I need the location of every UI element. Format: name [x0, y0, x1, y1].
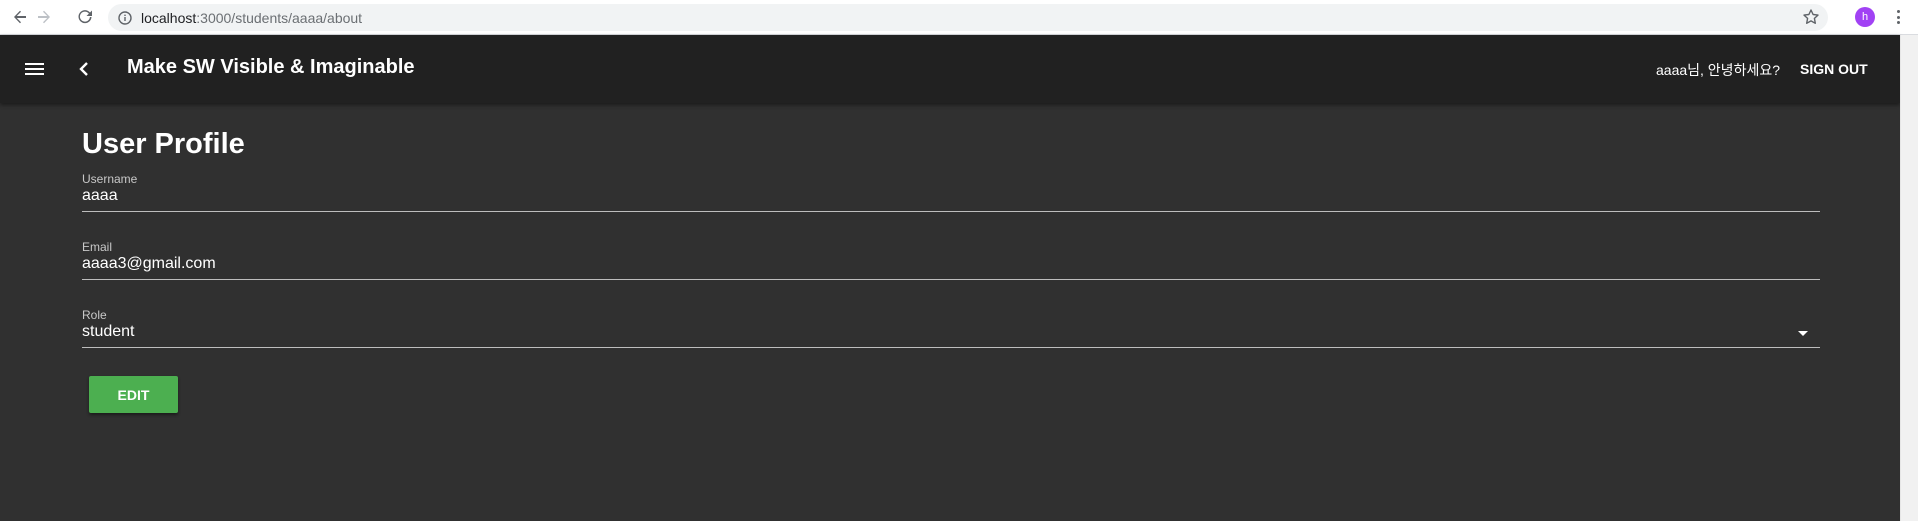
browser-toolbar: localhost:3000/students/aaaa/about h: [0, 0, 1918, 35]
browser-forward-button[interactable]: [32, 5, 56, 29]
username-value[interactable]: aaaa: [82, 187, 1782, 205]
page-title: User Profile: [82, 128, 245, 160]
dropdown-arrow-icon[interactable]: [1798, 331, 1808, 336]
email-label: Email: [82, 240, 113, 254]
url-text: localhost:3000/students/aaaa/about: [141, 10, 362, 26]
star-icon[interactable]: [1802, 8, 1820, 26]
username-label: Username: [82, 172, 138, 186]
app-title: Make SW Visible & Imaginable: [127, 56, 415, 78]
username-field[interactable]: Username aaaa: [82, 172, 1820, 212]
email-field[interactable]: Email aaaa3@gmail.com: [82, 240, 1820, 280]
sign-out-button[interactable]: SIGN OUT: [1790, 52, 1878, 86]
url-path: :3000/students/aaaa/about: [196, 10, 363, 26]
role-select[interactable]: Role student: [82, 308, 1820, 348]
user-greeting: aaaa님, 안녕하세요?: [1656, 62, 1780, 78]
email-value[interactable]: aaaa3@gmail.com: [82, 255, 1782, 273]
role-label: Role: [82, 308, 107, 322]
page-scrollbar[interactable]: [1900, 35, 1918, 521]
app-bar: Make SW Visible & Imaginable aaaa님, 안녕하세…: [0, 35, 1900, 103]
chevron-left-icon[interactable]: [72, 57, 96, 81]
browser-profile-avatar[interactable]: h: [1855, 7, 1875, 27]
reload-icon: [78, 10, 92, 24]
edit-button[interactable]: EDIT: [89, 376, 178, 413]
info-icon[interactable]: [118, 11, 132, 25]
back-arrow-icon: [14, 10, 26, 24]
address-bar[interactable]: localhost:3000/students/aaaa/about: [108, 4, 1828, 31]
role-value[interactable]: student: [82, 323, 1782, 341]
browser-back-button[interactable]: [8, 5, 32, 29]
browser-reload-button[interactable]: [73, 5, 97, 29]
hamburger-menu-icon[interactable]: [22, 57, 48, 81]
url-host: localhost: [141, 10, 197, 26]
more-vert-icon[interactable]: [1888, 7, 1908, 27]
forward-arrow-icon: [38, 10, 50, 24]
